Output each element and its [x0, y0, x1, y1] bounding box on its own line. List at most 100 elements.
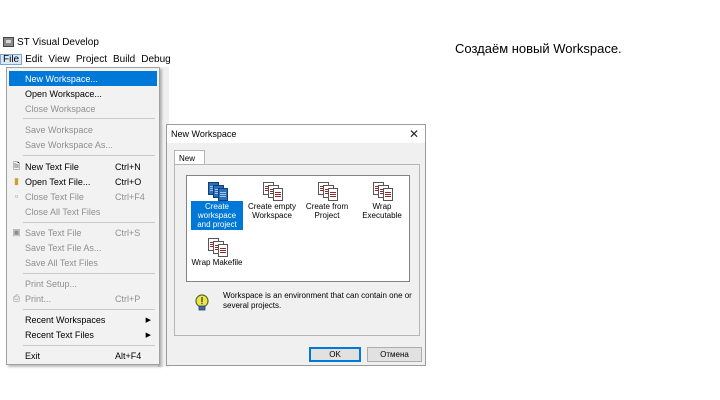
- save-disk-icon: ▣: [12, 227, 21, 237]
- caption-line: Create from: [305, 202, 349, 211]
- project-icon: [371, 181, 393, 201]
- project-icon: [261, 181, 283, 201]
- caption-line: Project: [314, 211, 340, 220]
- menu-build[interactable]: Build: [110, 54, 138, 65]
- open-folder-icon: ▮: [14, 176, 19, 186]
- app-title: ST Visual Develop: [17, 36, 99, 48]
- caption-line: Wrap: [372, 202, 392, 211]
- menu-item-label: Recent Text Files: [25, 329, 94, 340]
- menu-item-label: Print...: [25, 293, 52, 304]
- caption-line: Create: [204, 202, 229, 211]
- menu-item-shortcut: Ctrl+O: [115, 176, 142, 187]
- list-item-create-from-project[interactable]: Create from Project: [301, 181, 353, 221]
- menu-item-close-workspace[interactable]: Close Workspace: [9, 101, 157, 116]
- menu-view[interactable]: View: [45, 54, 73, 65]
- menu-item-save-text-file-as[interactable]: Save Text File As...: [9, 240, 157, 255]
- menu-item-label: Open Workspace...: [25, 88, 102, 99]
- menu-separator: [23, 345, 155, 346]
- menu-debug[interactable]: Debug: [138, 54, 173, 65]
- menu-item-label: Print Setup...: [25, 278, 78, 289]
- menu-item-open-text-file[interactable]: ▮ Open Text File... Ctrl+O: [9, 174, 157, 189]
- menu-item-save-text-file[interactable]: ▣ Save Text File Ctrl+S: [9, 225, 157, 240]
- menu-item-shortcut: Ctrl+P: [115, 293, 141, 304]
- close-file-icon: ▫: [14, 191, 19, 201]
- menubar: File Edit View Project Build Debug: [0, 51, 171, 67]
- project-icon: [206, 181, 228, 201]
- menu-item-label: Save Text File As...: [25, 242, 102, 253]
- menu-separator: [23, 222, 155, 223]
- menu-item-recent-text-files[interactable]: Recent Text Files ▶: [9, 327, 157, 342]
- caption-line: Executable: [362, 211, 402, 220]
- menu-item-label: Close All Text Files: [25, 206, 101, 217]
- list-item-caption: Create from Project: [301, 201, 353, 221]
- cancel-button[interactable]: Отмена: [367, 347, 422, 362]
- new-workspace-dialog: New Workspace ✕ New Create workspace and…: [166, 124, 426, 366]
- menu-item-label: Recent Workspaces: [25, 314, 106, 325]
- menu-item-label: Close Workspace: [25, 103, 96, 114]
- list-item-caption: Wrap Executable: [356, 201, 408, 221]
- list-item-create-workspace-and-project[interactable]: Create workspace and project: [191, 181, 243, 230]
- menu-item-close-text-file[interactable]: ▫ Close Text File Ctrl+F4: [9, 189, 157, 204]
- menu-item-shortcut: Ctrl+F4: [115, 191, 145, 202]
- menu-separator: [23, 309, 155, 310]
- menu-item-label: Exit: [25, 350, 41, 361]
- menu-item-shortcut: Ctrl+S: [115, 227, 141, 238]
- menu-item-label: Save Workspace As...: [25, 139, 113, 150]
- tab-panel: Create workspace and project Create empt…: [174, 164, 420, 336]
- menu-separator: [23, 118, 155, 119]
- annotation-text: Создаём новый Workspace.: [455, 41, 622, 56]
- menu-item-print-setup[interactable]: Print Setup...: [9, 276, 157, 291]
- menu-item-label: Open Text File...: [25, 176, 91, 187]
- file-menu: New Workspace... Open Workspace... Close…: [6, 67, 160, 365]
- menu-file[interactable]: File: [0, 53, 23, 65]
- menu-edit[interactable]: Edit: [22, 54, 45, 65]
- printer-icon: ⎙: [12, 293, 21, 303]
- bulb-icon: [195, 294, 209, 311]
- dialog-titlebar: New Workspace ✕: [167, 125, 425, 143]
- menu-item-label: Close Text File: [25, 191, 84, 202]
- menu-item-recent-workspaces[interactable]: Recent Workspaces ▶: [9, 312, 157, 327]
- submenu-arrow-icon: ▶: [145, 316, 151, 324]
- menu-separator: [23, 273, 155, 274]
- menu-item-label: New Text File: [25, 161, 79, 172]
- menu-item-save-all-text-files[interactable]: Save All Text Files: [9, 255, 157, 270]
- caption-line: and project: [197, 220, 237, 229]
- info-text: Workspace is an environment that can con…: [223, 291, 412, 310]
- menu-item-label: New Workspace...: [25, 73, 98, 84]
- caption-line: workspace: [197, 211, 237, 220]
- menu-item-new-workspace[interactable]: New Workspace...: [9, 71, 157, 86]
- menu-item-shortcut: Ctrl+N: [115, 161, 141, 172]
- caption-line: Workspace: [252, 211, 292, 220]
- menu-project[interactable]: Project: [73, 54, 110, 65]
- ok-button[interactable]: OK: [309, 347, 361, 362]
- menu-item-print[interactable]: ⎙ Print... Ctrl+P: [9, 291, 157, 306]
- menu-separator: [23, 155, 155, 156]
- list-item-wrap-executable[interactable]: Wrap Executable: [356, 181, 408, 221]
- menu-item-shortcut: Alt+F4: [115, 350, 142, 361]
- menu-item-exit[interactable]: Exit Alt+F4: [9, 348, 157, 363]
- caption-line: Wrap Makefile: [191, 258, 243, 267]
- list-item-caption: Create empty Workspace: [246, 201, 298, 221]
- workspace-type-list: Create workspace and project Create empt…: [186, 175, 410, 282]
- caption-line: Create empty: [247, 202, 297, 211]
- app-icon: [3, 37, 14, 47]
- dialog-title: New Workspace: [171, 129, 237, 139]
- tab-new[interactable]: New: [174, 150, 205, 165]
- project-icon: [316, 181, 338, 201]
- list-item-create-empty-workspace[interactable]: Create empty Workspace: [246, 181, 298, 221]
- menu-item-open-workspace[interactable]: Open Workspace...: [9, 86, 157, 101]
- menu-item-save-workspace-as[interactable]: Save Workspace As...: [9, 137, 157, 152]
- submenu-arrow-icon: ▶: [145, 331, 151, 339]
- menu-item-save-workspace[interactable]: Save Workspace: [9, 122, 157, 137]
- list-item-wrap-makefile[interactable]: Wrap Makefile: [187, 237, 247, 268]
- close-icon[interactable]: ✕: [409, 127, 419, 141]
- app-title-bar: ST Visual Develop: [0, 35, 99, 49]
- list-item-caption: Create workspace and project: [191, 201, 243, 230]
- menu-item-label: Save Workspace: [25, 124, 93, 135]
- menu-item-label: Save All Text Files: [25, 257, 98, 268]
- menu-item-close-all-text-files[interactable]: Close All Text Files: [9, 204, 157, 219]
- list-item-caption: Wrap Makefile: [187, 257, 247, 268]
- new-file-icon: 🗎: [12, 161, 21, 171]
- project-icon: [206, 237, 228, 257]
- menu-item-new-text-file[interactable]: 🗎 New Text File Ctrl+N: [9, 159, 157, 174]
